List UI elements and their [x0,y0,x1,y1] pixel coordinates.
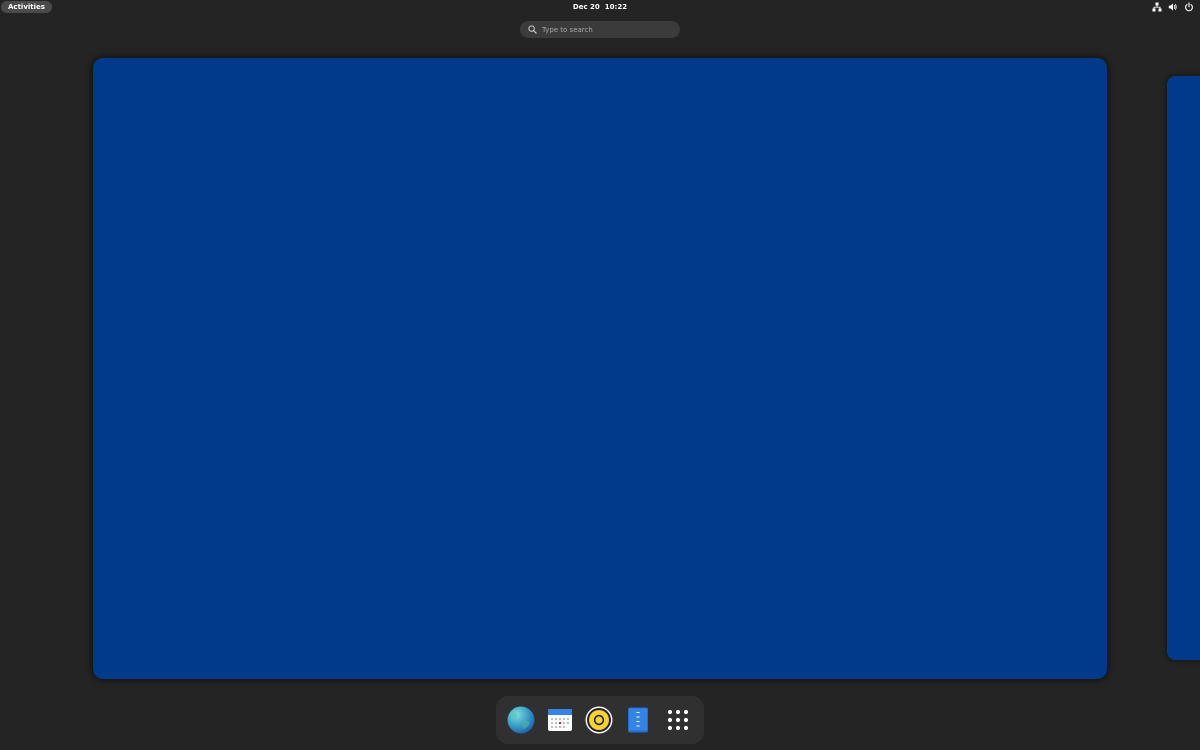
calendar-icon [546,706,574,734]
search-input[interactable] [542,25,672,34]
dash-item-web-browser[interactable] [506,705,536,735]
app-grid-icon [666,708,690,732]
workspace-thumbnail-active[interactable] [93,58,1107,679]
dash [496,696,704,744]
volume-icon [1168,2,1178,12]
show-apps-button[interactable] [663,705,693,735]
dash-item-music-player[interactable] [584,705,614,735]
top-bar: Activities Dec 20 10:22 [0,0,1200,14]
clock-date: Dec 20 [572,3,600,11]
power-icon [1184,2,1194,12]
network-wired-icon [1152,2,1162,12]
clock-button[interactable]: Dec 20 10:22 [560,0,640,14]
search-entry[interactable] [520,21,680,38]
workspace-thumbnail-next[interactable] [1167,76,1200,660]
search-icon [528,25,537,34]
activities-button[interactable]: Activities [1,1,52,13]
web-browser-icon [506,705,536,735]
text-editor-icon [625,706,651,734]
system-menu-button[interactable] [1152,1,1194,13]
music-player-icon [584,705,614,735]
dash-item-text-editor[interactable] [623,705,653,735]
clock-time: 10:22 [604,3,628,11]
dash-item-calendar[interactable] [545,705,575,735]
